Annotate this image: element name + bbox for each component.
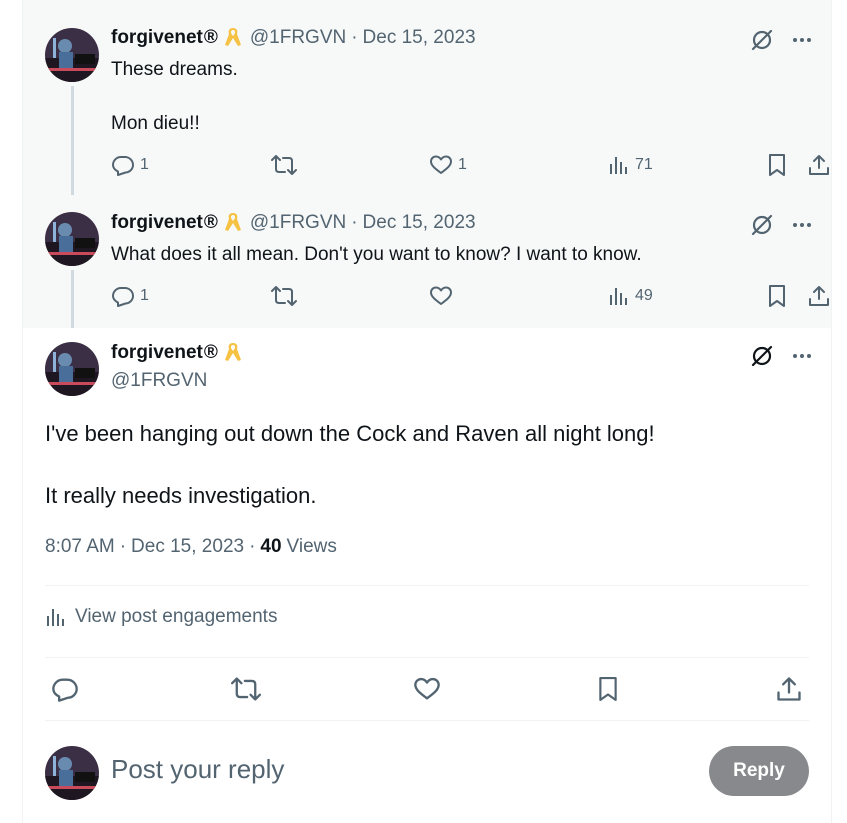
- display-name[interactable]: forgivenet: [111, 27, 203, 49]
- views-icon: [610, 157, 627, 174]
- repost-button[interactable]: [271, 150, 302, 180]
- thread-tweet-2[interactable]: forgivenet ® @1FRGVN · Dec 15, 2023 What…: [23, 195, 831, 328]
- post-text: I've been hanging out down the Cock and …: [45, 421, 655, 508]
- post-top-icons: [749, 27, 813, 53]
- share-button[interactable]: [807, 150, 831, 180]
- bookmark-button[interactable]: [766, 281, 788, 311]
- post-meta: 8:07 AM · Dec 15, 2023 · 40 Views: [45, 536, 337, 558]
- reply-submit-button[interactable]: Reply: [709, 746, 809, 796]
- divider: [45, 657, 809, 658]
- post-time[interactable]: 8:07 AM: [45, 536, 115, 558]
- avatar[interactable]: [45, 212, 99, 266]
- reply-count: 1: [140, 156, 149, 173]
- conversation-column: forgivenet ® @1FRGVN · Dec 15, 2023 Thes…: [22, 0, 832, 823]
- handle[interactable]: @1FRGVN: [111, 370, 207, 392]
- thread-connector: [71, 86, 74, 199]
- bookmark-button[interactable]: [596, 672, 620, 706]
- ribbon-icon: [224, 343, 241, 361]
- reply-count: 1: [140, 287, 149, 304]
- post-top-icons: [749, 212, 813, 238]
- engagements-label: View post engagements: [75, 606, 278, 627]
- repost-button[interactable]: [271, 281, 302, 311]
- like-count: 1: [458, 156, 467, 173]
- share-button[interactable]: [775, 672, 803, 706]
- thread-tweet-1[interactable]: forgivenet ® @1FRGVN · Dec 15, 2023 Thes…: [23, 0, 831, 199]
- post-header: forgivenet ® @1FRGVN · Dec 15, 2023: [111, 212, 476, 234]
- views-button[interactable]: 49: [608, 281, 653, 311]
- reply-input[interactable]: Post your reply: [111, 754, 284, 785]
- repost-icon: [231, 677, 261, 701]
- reply-icon: [52, 678, 78, 702]
- bookmark-icon: [769, 154, 785, 176]
- more-icon[interactable]: [791, 29, 813, 51]
- views-count: 71: [635, 156, 653, 173]
- repost-icon: [271, 155, 297, 175]
- main-post-actions: [45, 672, 809, 706]
- share-button[interactable]: [807, 281, 831, 311]
- grok-icon[interactable]: [749, 27, 775, 53]
- post-date[interactable]: Dec 15, 2023: [363, 212, 476, 234]
- reply-button[interactable]: 1: [111, 281, 149, 311]
- divider: [45, 585, 809, 586]
- avatar[interactable]: [45, 342, 99, 396]
- like-icon: [430, 286, 452, 305]
- post-header: forgivenet ® @1FRGVN · Dec 15, 2023: [111, 27, 476, 49]
- post-top-icons: [749, 343, 813, 369]
- grok-icon[interactable]: [749, 212, 775, 238]
- thread-connector: [71, 270, 74, 328]
- like-button[interactable]: 1: [429, 150, 467, 180]
- reply-button[interactable]: 1: [111, 150, 149, 180]
- separator: ·: [351, 27, 358, 48]
- repost-icon: [271, 286, 297, 306]
- post-actions: 1 1 71: [111, 150, 829, 180]
- views-count: 40: [260, 536, 282, 557]
- reply-icon: [112, 156, 134, 176]
- handle[interactable]: @1FRGVN: [250, 27, 346, 49]
- post-date[interactable]: Dec 15, 2023: [363, 27, 476, 49]
- registered-mark: ®: [203, 212, 218, 233]
- repost-button[interactable]: [231, 672, 261, 706]
- post-date[interactable]: Dec 15, 2023: [131, 536, 244, 558]
- like-icon: [430, 155, 452, 174]
- ribbon-icon: [224, 213, 241, 231]
- views-icon: [610, 288, 627, 305]
- post-actions: 1 49: [111, 281, 829, 311]
- like-button[interactable]: [429, 281, 458, 311]
- more-icon[interactable]: [791, 345, 813, 367]
- bookmark-button[interactable]: [766, 150, 788, 180]
- ribbon-icon: [224, 28, 241, 46]
- share-icon: [809, 286, 829, 306]
- display-name[interactable]: forgivenet: [111, 342, 203, 364]
- post-header: forgivenet ®: [111, 342, 250, 364]
- like-button[interactable]: [413, 672, 441, 706]
- post-text: These dreams. Mon dieu!!: [111, 59, 238, 134]
- grok-icon[interactable]: [749, 343, 775, 369]
- avatar[interactable]: [45, 746, 99, 800]
- views-count: 49: [635, 287, 653, 304]
- separator: ·: [119, 536, 127, 557]
- like-icon: [414, 677, 440, 700]
- views-label: Views: [286, 536, 337, 557]
- views-icon: [47, 609, 64, 626]
- registered-mark: ®: [203, 27, 218, 48]
- views-button[interactable]: 71: [608, 150, 653, 180]
- share-icon: [777, 677, 801, 701]
- divider: [45, 720, 809, 721]
- bookmark-icon: [599, 676, 617, 701]
- reply-button[interactable]: [51, 672, 79, 706]
- handle[interactable]: @1FRGVN: [250, 212, 346, 234]
- display-name[interactable]: forgivenet: [111, 212, 203, 234]
- registered-mark: ®: [203, 342, 218, 363]
- reply-composer: Post your reply Reply: [45, 746, 809, 800]
- bookmark-icon: [769, 285, 785, 307]
- view-engagements-link[interactable]: View post engagements: [45, 606, 277, 628]
- reply-icon: [112, 287, 134, 307]
- share-icon: [809, 155, 829, 175]
- separator: ·: [351, 212, 358, 233]
- avatar[interactable]: [45, 28, 99, 82]
- post-text: What does it all mean. Don't you want to…: [111, 244, 642, 265]
- separator: ·: [249, 536, 256, 557]
- more-icon[interactable]: [791, 214, 813, 236]
